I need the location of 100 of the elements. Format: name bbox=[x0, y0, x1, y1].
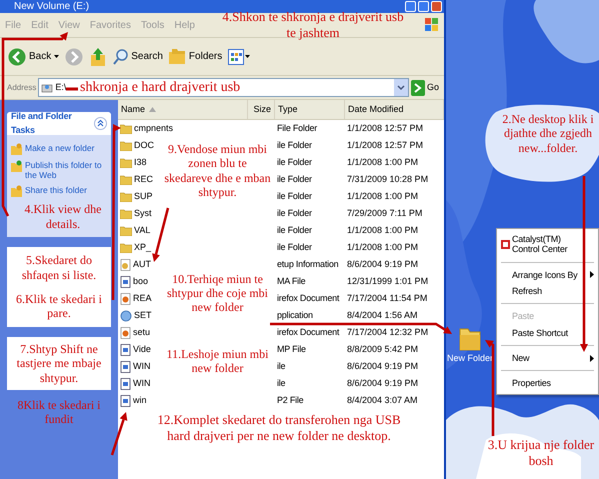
table-cell-text: pplication bbox=[276, 308, 314, 322]
table-cell-text: ile Folder bbox=[276, 172, 313, 186]
table-cell-text: ile bbox=[276, 360, 286, 373]
table-cell-text: 8/4/2004 3:07 AM bbox=[346, 394, 419, 407]
close-button[interactable] bbox=[431, 1, 442, 12]
file-name[interactable]: cmpnents bbox=[134, 122, 174, 136]
file-name[interactable]: DOC bbox=[134, 138, 154, 152]
table-cell-text: 7/31/2009 10:28 PM bbox=[346, 172, 430, 186]
file-name[interactable]: REC bbox=[134, 172, 154, 186]
table-cell-text: 12/31/1999 1:01 PM bbox=[346, 274, 430, 288]
folder-icon bbox=[120, 174, 132, 185]
table-cell-text: ile bbox=[276, 376, 286, 390]
column-header[interactable]: Date Modified bbox=[345, 100, 444, 119]
annotation-text: 9.Vendose miun mbi zonen blu te skedareve dhe e mban shtypur. bbox=[163, 142, 272, 200]
folder-icon bbox=[120, 225, 132, 236]
leader-line bbox=[66, 88, 78, 90]
file-name[interactable]: REA bbox=[133, 292, 152, 306]
file-name[interactable]: SET bbox=[134, 308, 152, 322]
table-cell-text: P2 File bbox=[276, 394, 304, 407]
collapse-icon[interactable] bbox=[94, 117, 107, 130]
task-icon bbox=[11, 143, 22, 155]
file-name[interactable]: I38 bbox=[134, 156, 147, 170]
back-button[interactable]: Back bbox=[8, 48, 60, 66]
folder-icon bbox=[120, 191, 132, 202]
search-icon bbox=[113, 48, 130, 64]
menu-item[interactable]: Paste Shortcut bbox=[497, 324, 598, 342]
table-cell-text: 1/1/2008 1:00 PM bbox=[346, 156, 420, 169]
table-cell-text: 8/4/2004 1:56 AM bbox=[346, 308, 419, 322]
icon-label: New Folder bbox=[447, 352, 494, 365]
annotation-text: 2.Ne desktop klik i djathte dhe zgjedh new...folder. bbox=[501, 112, 595, 156]
file-name[interactable]: Vide bbox=[133, 342, 151, 356]
annotation-text: 4.Shkon te shkronja e drajverit usb te jashtem bbox=[221, 9, 405, 40]
column-header[interactable]: Size bbox=[248, 100, 275, 119]
globe-icon bbox=[120, 310, 132, 322]
annotation-text: 3.U krijua nje folder bosh bbox=[486, 437, 596, 468]
menu-item[interactable]: Catalyst(TM) Control Center bbox=[497, 231, 598, 258]
file-name[interactable]: win bbox=[133, 394, 147, 408]
table-cell-text: ile Folder bbox=[276, 190, 313, 203]
folder-icon bbox=[120, 208, 132, 219]
menu-item[interactable]: Arrange Icons By bbox=[497, 266, 598, 284]
up-folder-icon[interactable] bbox=[89, 46, 108, 66]
table-cell-text: 1/1/2008 12:57 PM bbox=[346, 122, 424, 135]
annotation-text: 8Klik te skedari i fundit bbox=[16, 398, 102, 427]
file-name[interactable]: WIN bbox=[133, 376, 150, 390]
folders-button[interactable]: Folders bbox=[168, 48, 222, 64]
table-cell-text: ile Folder bbox=[276, 156, 313, 169]
dropdown-icon[interactable] bbox=[394, 79, 408, 96]
file-name[interactable]: XP_ bbox=[134, 240, 152, 254]
annotation-text: 11.Leshoje miun mbi new folder bbox=[166, 346, 270, 376]
caret-icon bbox=[54, 55, 60, 58]
table-cell-text: 8/8/2009 5:42 PM bbox=[346, 342, 420, 356]
annotation-text: 4.Klik view dhe details. bbox=[24, 202, 102, 233]
annotation-text: 10.Terhiqe miun te shtypur dhe coje mbi new folder bbox=[166, 272, 269, 315]
task-link[interactable]: Publish this folder to the Web bbox=[25, 160, 107, 180]
table-cell-text: etup Information bbox=[276, 258, 340, 271]
arrow bbox=[110, 412, 128, 456]
views-icon bbox=[228, 48, 244, 64]
column-header[interactable]: Name bbox=[118, 100, 248, 119]
table-cell-text: MP File bbox=[276, 342, 307, 356]
table-cell-text: 1/1/2008 12:57 PM bbox=[346, 138, 424, 152]
table-cell-text: MA File bbox=[276, 274, 306, 288]
file-name[interactable]: VAL bbox=[134, 224, 150, 238]
table-cell-text: ile Folder bbox=[276, 224, 313, 237]
menu-item[interactable]: Refresh bbox=[497, 283, 598, 300]
column-header[interactable]: Type bbox=[275, 100, 345, 119]
minimize-button[interactable] bbox=[405, 1, 416, 12]
table-cell-text: 1/1/2008 1:00 PM bbox=[346, 240, 420, 254]
drive-icon bbox=[41, 82, 54, 94]
task-link[interactable]: Share this folder bbox=[25, 185, 87, 196]
table-cell-text: ile Folder bbox=[276, 240, 313, 254]
search-button[interactable]: Search bbox=[113, 48, 163, 64]
annotation-text: shkronja e hard drajverit usb bbox=[80, 80, 240, 97]
table-cell-text: irefox Document bbox=[276, 292, 340, 305]
table-cell-text: 1/1/2008 1:00 PM bbox=[346, 224, 420, 237]
task-icon bbox=[11, 185, 22, 198]
table-cell-text: 7/17/2004 12:32 PM bbox=[346, 326, 430, 339]
file-name[interactable]: boo bbox=[133, 274, 148, 288]
menu-item[interactable]: New bbox=[497, 350, 598, 366]
file-name[interactable]: Syst bbox=[134, 206, 152, 220]
folder-icon bbox=[120, 140, 132, 151]
app-icon bbox=[501, 240, 510, 249]
file-name[interactable]: AUT bbox=[133, 258, 151, 272]
table-cell-text: irefox Document bbox=[276, 326, 340, 339]
address-label: Address bbox=[7, 82, 36, 94]
menu-item[interactable]: Properties bbox=[497, 375, 598, 392]
arrow bbox=[152, 208, 170, 262]
go-button[interactable]: Go bbox=[410, 80, 441, 96]
file-name[interactable]: SUP bbox=[134, 190, 153, 204]
folders-icon bbox=[168, 48, 187, 64]
flag-icon bbox=[425, 18, 439, 32]
file-name[interactable]: setu bbox=[133, 326, 150, 340]
task-link[interactable]: Make a new folder bbox=[25, 143, 94, 154]
table-cell-text: 7/17/2004 11:54 PM bbox=[346, 292, 428, 305]
table-cell-text: File Folder bbox=[276, 122, 318, 135]
maximize-button[interactable] bbox=[418, 1, 429, 12]
panel-title: File and Folder Tasks bbox=[11, 110, 73, 136]
file-name[interactable]: WIN bbox=[133, 360, 150, 374]
table-cell-text: 1/1/2008 1:00 PM bbox=[346, 190, 420, 203]
views-button[interactable] bbox=[228, 48, 250, 64]
annotation-text: 5.Skedaret do shfaqen si liste. bbox=[20, 253, 98, 282]
